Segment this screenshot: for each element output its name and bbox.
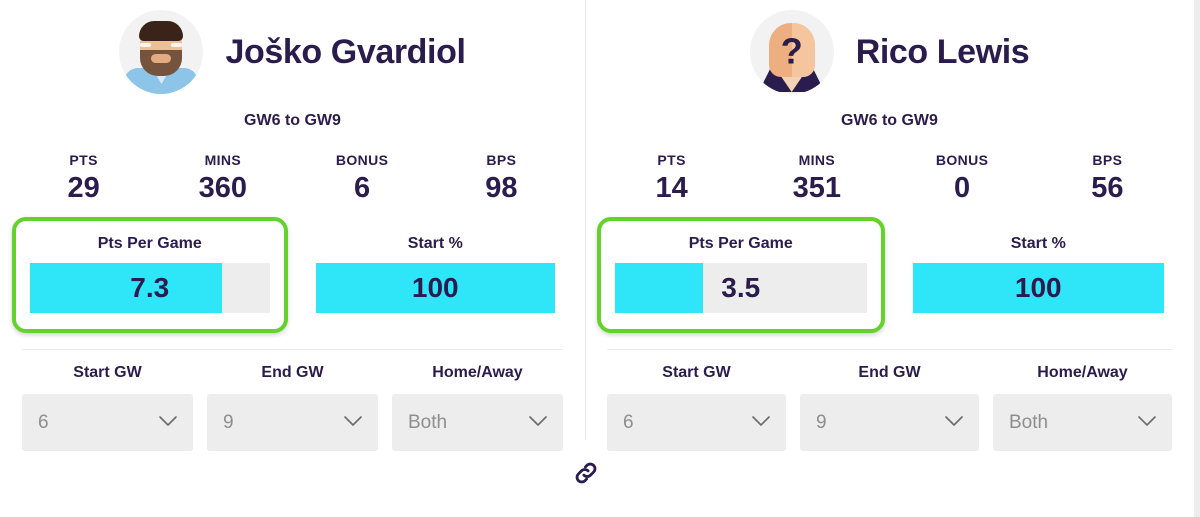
stat-label: BPS [1092, 152, 1123, 168]
player-name: Joško Gvardiol [225, 32, 466, 71]
filter-label: Home/Away [1037, 364, 1128, 382]
end-gw-select[interactable]: 9 [800, 394, 979, 452]
stat-value: 351 [792, 172, 842, 204]
metrics-row-right: Pts Per Game 3.5 Start % 100 [585, 217, 1194, 334]
select-value: 6 [623, 411, 634, 433]
stat-value: 360 [198, 172, 248, 204]
stat-bonus: BONUS 6 [293, 152, 432, 205]
chevron-down-icon [159, 414, 177, 432]
filter-label: Start GW [73, 364, 142, 382]
player-name: Rico Lewis [855, 32, 1030, 71]
metric-bar-track: 7.3 [30, 263, 270, 314]
filter-label: End GW [261, 364, 324, 382]
chevron-down-icon [344, 414, 362, 432]
filter-label: Start GW [662, 364, 731, 382]
stat-bps: BPS 56 [1035, 152, 1180, 205]
page-edge-strip [1194, 0, 1200, 517]
stat-label: MINS [798, 152, 836, 168]
filter-start-gw: Start GW 6 [22, 364, 193, 452]
home-away-select[interactable]: Both [993, 394, 1172, 452]
chevron-down-icon [752, 414, 770, 432]
filter-label: Home/Away [432, 364, 523, 382]
filter-end-gw: End GW 9 [800, 364, 979, 452]
gameweek-range: GW6 to GW9 [841, 112, 938, 129]
chevron-down-icon [945, 414, 963, 432]
filter-end-gw: End GW 9 [207, 364, 378, 452]
metric-pts-per-game[interactable]: Pts Per Game 7.3 [12, 217, 288, 334]
player-panel-left: Joško Gvardiol GW6 to GW9 PTS 29 MINS 36… [0, 0, 586, 517]
gameweek-range: GW6 to GW9 [244, 112, 341, 129]
question-mark-icon: ? [780, 30, 803, 72]
select-value: Both [408, 411, 448, 433]
metric-value: 100 [411, 272, 459, 304]
metric-value: 7.3 [130, 272, 170, 304]
metric-start-pct[interactable]: Start % 100 [895, 217, 1183, 333]
stat-label: MINS [204, 152, 242, 168]
stat-label: BONUS [335, 152, 389, 168]
stat-label: PTS [69, 152, 98, 168]
stat-value: 0 [954, 172, 971, 204]
stat-label: PTS [657, 152, 686, 168]
metric-bar-track: 3.5 [615, 263, 867, 314]
chevron-down-icon [1138, 414, 1156, 432]
filter-label: End GW [858, 364, 921, 382]
link-icon [575, 462, 597, 484]
metric-label: Start % [1010, 235, 1066, 253]
filter-start-gw: Start GW 6 [607, 364, 786, 452]
stat-value: 6 [354, 172, 371, 204]
metric-bar-track: 100 [315, 263, 555, 314]
stat-value: 29 [67, 172, 100, 204]
metric-label: Pts Per Game [97, 235, 202, 253]
metric-label: Start % [407, 235, 463, 253]
start-gw-select[interactable]: 6 [607, 394, 786, 452]
player-panel-right: ? Rico Lewis GW6 to GW9 PTS 14 MINS 351 … [585, 0, 1194, 517]
metric-value: 100 [1014, 272, 1062, 304]
home-away-select[interactable]: Both [392, 394, 563, 452]
filter-home-away: Home/Away Both [392, 364, 563, 452]
select-value: 9 [816, 411, 827, 433]
player-header-left: Joško Gvardiol [0, 0, 585, 100]
metric-value: 3.5 [721, 272, 761, 304]
filters-row-right: Start GW 6 End GW 9 Home/Away Both [585, 350, 1194, 452]
stat-bps: BPS 98 [432, 152, 571, 205]
metric-pts-per-game[interactable]: Pts Per Game 3.5 [597, 217, 885, 334]
stat-pts: PTS 14 [599, 152, 744, 205]
select-value: 6 [38, 411, 49, 433]
stat-value: 14 [655, 172, 688, 204]
stats-row-left: PTS 29 MINS 360 BONUS 6 BPS 98 [0, 152, 585, 205]
stat-label: BONUS [935, 152, 989, 168]
stats-row-right: PTS 14 MINS 351 BONUS 0 BPS 56 [585, 152, 1194, 205]
metric-start-pct[interactable]: Start % 100 [298, 217, 574, 333]
end-gw-select[interactable]: 9 [207, 394, 378, 452]
stat-bonus: BONUS 0 [890, 152, 1035, 205]
stat-label: BPS [486, 152, 517, 168]
stat-mins: MINS 360 [153, 152, 292, 205]
select-value: 9 [223, 411, 234, 433]
stat-mins: MINS 351 [744, 152, 889, 205]
player-photo-avatar [119, 10, 204, 94]
stat-value: 98 [485, 172, 518, 204]
link-filters-button[interactable] [568, 455, 604, 491]
player-comparison-view: Joško Gvardiol GW6 to GW9 PTS 29 MINS 36… [0, 0, 1200, 517]
unknown-player-avatar: ? [749, 10, 834, 94]
filters-row-left: Start GW 6 End GW 9 Home/Away Both [0, 350, 585, 452]
metrics-row-left: Pts Per Game 7.3 Start % 100 [0, 217, 585, 334]
player-header-right: ? Rico Lewis [585, 0, 1194, 100]
select-value: Both [1009, 411, 1049, 433]
stat-pts: PTS 29 [14, 152, 153, 205]
chevron-down-icon [529, 414, 547, 432]
metric-bar-track: 100 [912, 263, 1164, 314]
metric-label: Pts Per Game [688, 235, 793, 253]
filter-home-away: Home/Away Both [993, 364, 1172, 452]
stat-value: 56 [1091, 172, 1124, 204]
start-gw-select[interactable]: 6 [22, 394, 193, 452]
